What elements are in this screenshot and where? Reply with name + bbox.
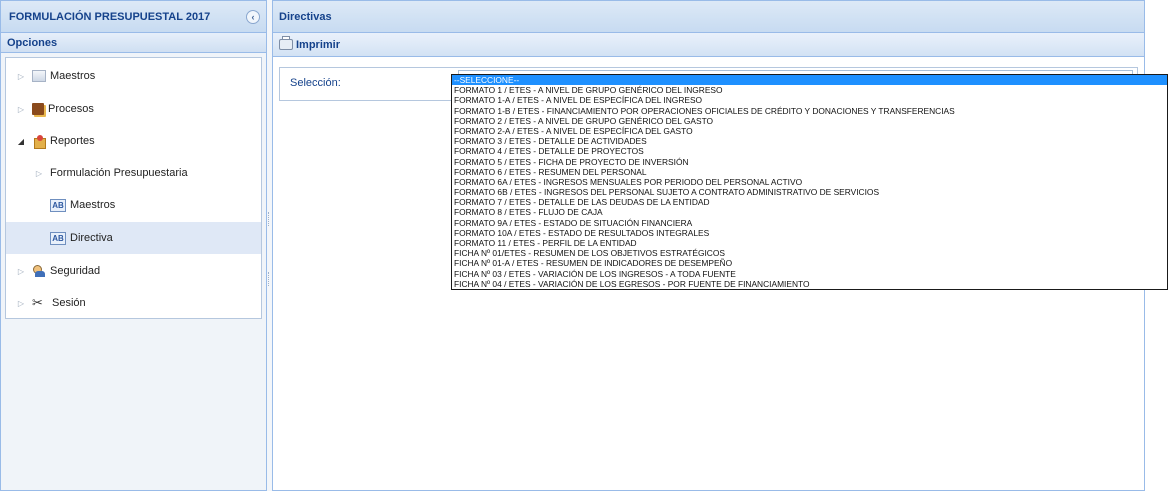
print-button[interactable]: Imprimir [277, 36, 342, 53]
dropdown-option[interactable]: FORMATO 2 / ETES - A NIVEL DE GRUPO GENÉ… [452, 116, 1167, 126]
expand-arrow-icon[interactable]: ▷ [16, 267, 26, 276]
dropdown-option[interactable]: FORMATO 1-B / ETES - FINANCIAMIENTO POR … [452, 106, 1167, 116]
tree-item-label: Seguridad [50, 265, 101, 277]
users-icon [32, 264, 46, 278]
dropdown-option[interactable]: FORMATO 6A / ETES - INGRESOS MENSUALES P… [452, 177, 1167, 187]
dropdown-option[interactable]: FORMATO 4 / ETES - DETALLE DE PROYECTOS [452, 146, 1167, 156]
dropdown-option[interactable]: FICHA Nº 01-A / ETES - RESUMEN DE INDICA… [452, 258, 1167, 268]
dropdown-option[interactable]: FORMATO 5 / ETES - FICHA DE PROYECTO DE … [452, 157, 1167, 167]
dropdown-option[interactable]: FORMATO 6B / ETES - INGRESOS DEL PERSONA… [452, 187, 1167, 197]
expand-arrow-icon[interactable]: ▷ [34, 169, 44, 178]
dropdown-option-placeholder[interactable]: --SELECCIONE-- [452, 75, 1167, 86]
options-title: Opciones [7, 36, 58, 49]
printer-icon [279, 36, 293, 50]
dropdown-option[interactable]: FORMATO 8 / ETES - FLUJO DE CAJA [452, 207, 1167, 217]
tree-item-directiva[interactable]: AB Directiva [6, 222, 261, 254]
tree-item-maestros-report[interactable]: AB Maestros [6, 189, 261, 221]
tree-item-label: Formulación Presupuestaria [50, 167, 188, 179]
tree-item-label: Sesión [52, 297, 86, 309]
tree-item-formulacion-presupuestaria[interactable]: ▷ Formulación Presupuestaria [6, 157, 261, 189]
dropdown-option[interactable]: FORMATO 7 / ETES - DETALLE DE LAS DEUDAS… [452, 197, 1167, 207]
options-header: Opciones [1, 33, 266, 53]
abc-report-icon: AB [50, 198, 66, 212]
content-header: Directivas [273, 1, 1144, 33]
dropdown-option[interactable]: FICHA Nº 01/ETES - RESUMEN DE LOS OBJETI… [452, 248, 1167, 258]
dropdown-option[interactable]: FORMATO 6 / ETES - RESUMEN DEL PERSONAL [452, 167, 1167, 177]
navigation-tree: ▷ Maestros ▷ Procesos ◢ Reportes ▷ Formu… [5, 57, 262, 319]
tree-item-sesion[interactable]: ▷ ✂ Sesión [6, 287, 261, 319]
dropdown-option[interactable]: FORMATO 3 / ETES - DETALLE DE ACTIVIDADE… [452, 136, 1167, 146]
expand-arrow-icon[interactable]: ▷ [16, 299, 26, 308]
dropdown-option[interactable]: FORMATO 10A / ETES - ESTADO DE RESULTADO… [452, 228, 1167, 238]
book-icon [32, 103, 44, 115]
print-label: Imprimir [296, 38, 341, 51]
dropdown-option[interactable]: FORMATO 1-A / ETES - A NIVEL DE ESPECÍFI… [452, 95, 1167, 105]
dropdown-option[interactable]: FORMATO 1 / ETES - A NIVEL DE GRUPO GENÉ… [452, 85, 1167, 95]
tree-item-maestros[interactable]: ▷ Maestros [6, 60, 261, 92]
collapse-panel-icon[interactable]: ‹ [246, 10, 260, 24]
tree-item-reportes[interactable]: ◢ Reportes [6, 125, 261, 157]
tree-item-procesos[interactable]: ▷ Procesos [6, 93, 261, 125]
tree-item-label: Maestros [50, 70, 96, 82]
expand-arrow-icon[interactable]: ▷ [16, 72, 26, 81]
toolbar: Imprimir [273, 33, 1144, 57]
folder-icon [32, 70, 46, 82]
expand-arrow-icon[interactable]: ▷ [16, 105, 26, 114]
dropdown-option[interactable]: FORMATO 11 / ETES - PERFIL DE LA ENTIDAD [452, 238, 1167, 248]
format-dropdown-list[interactable]: --SELECCIONE-- FORMATO 1 / ETES - A NIVEL… [451, 74, 1168, 290]
content-title: Directivas [279, 10, 332, 23]
tools-icon: ✂ [32, 295, 43, 310]
collapse-arrow-icon[interactable]: ◢ [16, 137, 26, 146]
reports-icon [32, 134, 46, 149]
left-panel-header: FORMULACIÓN PRESUPUESTAL 2017 ‹ [1, 1, 266, 33]
tree-item-seguridad[interactable]: ▷ Seguridad [6, 255, 261, 287]
dropdown-option[interactable]: FORMATO 2-A / ETES - A NIVEL DE ESPECÍFI… [452, 126, 1167, 136]
tree-area: ▷ Maestros ▷ Procesos ◢ Reportes ▷ Formu… [1, 53, 266, 490]
left-navigation-panel: FORMULACIÓN PRESUPUESTAL 2017 ‹ Opciones… [0, 0, 267, 491]
abc-report-icon: AB [50, 231, 66, 245]
dropdown-option[interactable]: FICHA Nº 03 / ETES - VARIACIÓN DE LOS IN… [452, 269, 1167, 279]
dropdown-option[interactable]: FORMATO 9A / ETES - ESTADO DE SITUACIÓN … [452, 218, 1167, 228]
tree-item-label: Maestros [70, 199, 116, 211]
tree-item-label: Directiva [70, 232, 113, 244]
selection-label: Selección: [290, 77, 341, 89]
app-title: FORMULACIÓN PRESUPUESTAL 2017 [9, 10, 211, 23]
dropdown-option[interactable]: FICHA Nº 04 / ETES - VARIACIÓN DE LOS EG… [452, 279, 1167, 289]
tree-item-label: Reportes [50, 135, 95, 147]
tree-item-label: Procesos [48, 103, 94, 115]
